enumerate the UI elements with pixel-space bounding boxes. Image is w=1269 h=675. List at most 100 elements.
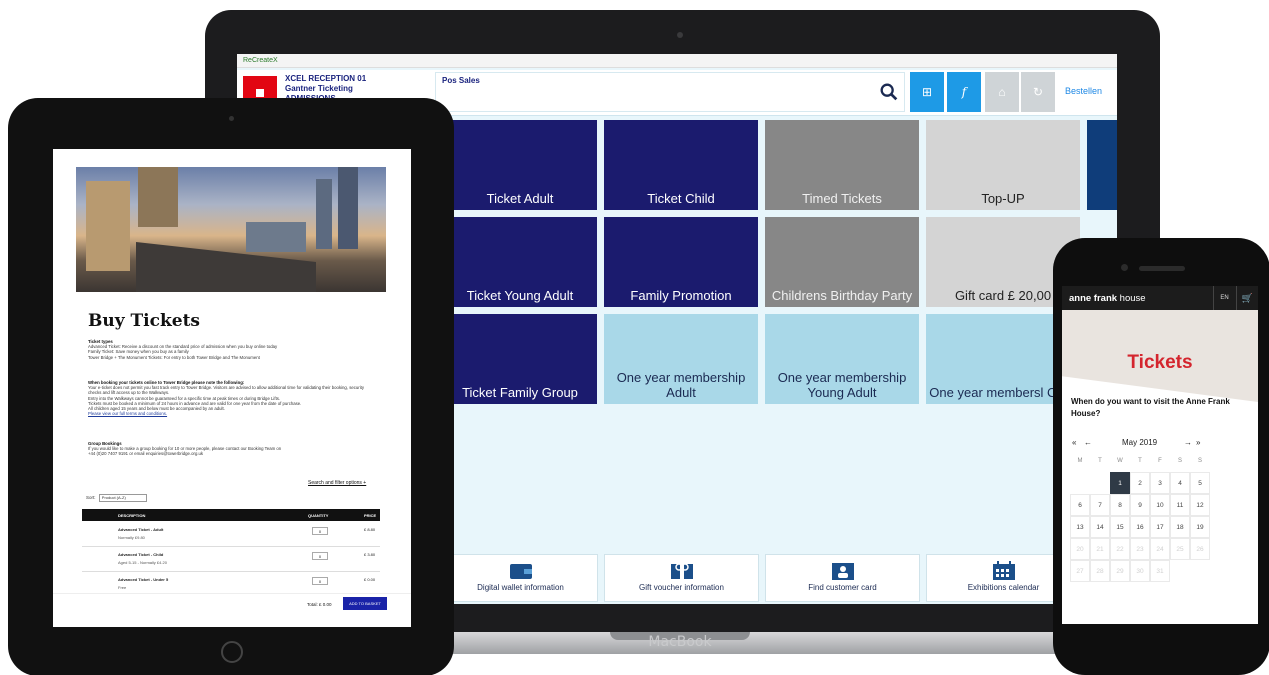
total-bar: Total: £ 0.00 ADD TO BASKET [53,593,411,613]
refresh-icon: ↻ [1032,85,1044,99]
calendar-day[interactable]: 22 [1110,538,1130,560]
booking-bullet: Your e-ticket does not permit you fast t… [88,385,365,396]
calendar-day[interactable]: 14 [1090,516,1110,538]
cart-icon: 🛒 [1241,293,1254,303]
tile-family-promotion[interactable]: Family Promotion [604,217,758,307]
quantity-stepper[interactable]: 0 [312,577,328,585]
weekday-label: W [1117,458,1123,464]
calendar-day[interactable]: 23 [1130,538,1150,560]
search-icon[interactable] [878,81,900,103]
tile-childrens-birthday-party[interactable]: Childrens Birthday Party [765,217,919,307]
calendar-day[interactable]: 12 [1190,494,1210,516]
calendar-day[interactable]: 10 [1150,494,1170,516]
tile-timed-tickets[interactable]: Timed Tickets [765,120,919,210]
weekday-label: F [1158,458,1162,464]
section-label: Pos Sales [442,76,480,85]
stop-icon [256,89,264,97]
calendar-day[interactable]: 21 [1090,538,1110,560]
group-bookings-section: Group Bookings If you would like to make… [88,441,378,457]
next-month-icon[interactable]: → [1184,438,1192,447]
calendar-day[interactable]: 11 [1170,494,1190,516]
sort-select[interactable]: Product (A-Z) [98,494,147,502]
ticket-type-line: Tower Bridge + The Monument Tickets: For… [88,354,260,360]
tile-label: Childrens Birthday Party [771,288,913,303]
calendar-day[interactable]: 9 [1130,494,1150,516]
gift-voucher-button[interactable]: Gift voucher information [604,554,759,602]
weekday-label: M [1077,458,1083,464]
calendar-day[interactable]: 3 [1150,472,1170,494]
add-to-basket-button[interactable]: ADD TO BASKET [343,597,387,610]
calendar-day[interactable]: 27 [1070,560,1090,582]
grid-view-button[interactable]: ⊞ [910,72,944,112]
table-row: Advanced Ticket - Adult Normally £9.80 0… [82,523,380,547]
station-system: Gantner Ticketing [285,84,353,93]
language-switcher[interactable]: EN [1213,286,1235,310]
camera-icon [677,32,683,38]
weekday-label: T [1098,458,1102,464]
quantity-stepper[interactable]: 0 [312,527,328,535]
cart-button[interactable]: 🛒 [1236,286,1258,310]
calendar-day[interactable]: 24 [1150,538,1170,560]
tile-ticket-adult[interactable]: Ticket Adult [443,120,597,210]
function-icon: f [961,85,967,99]
calendar-day[interactable]: 19 [1190,516,1210,538]
action-label: Exhibitions calendar [967,583,1040,592]
tile-label: Gift card £ 20,00 [954,288,1052,303]
home-button[interactable]: ⌂ [985,72,1019,112]
calendar-day[interactable]: 15 [1110,516,1130,538]
find-customer-card-button[interactable]: Find customer card [765,554,920,602]
function-button[interactable]: f [947,72,981,112]
tile-label: Ticket Young Adult [466,288,574,303]
calendar-day[interactable]: 8 [1110,494,1130,516]
calendar-day[interactable]: 28 [1090,560,1110,582]
window-titlebar: ReCreateX [237,54,1117,68]
calendar-day[interactable]: 13 [1070,516,1090,538]
calendar-day[interactable]: 30 [1130,560,1150,582]
tile-membership-young-adult[interactable]: One year membership Young Adult [765,314,919,404]
anne-frank-logo[interactable]: anne frank house [1069,293,1146,304]
refresh-button[interactable]: ↻ [1021,72,1055,112]
calendar-day[interactable]: 29 [1110,560,1130,582]
header-price: PRICE [364,513,377,518]
visit-question: When do you want to visit the Anne Frank… [1071,397,1230,418]
calendar-day[interactable]: 17 [1150,516,1170,538]
tower-bridge-photo [76,167,386,292]
calendar-day[interactable]: 5 [1190,472,1210,494]
calendar-day[interactable]: 1 [1110,472,1130,494]
home-button-icon[interactable] [221,641,243,663]
calendar-day[interactable]: 31 [1150,560,1170,582]
calendar-day[interactable]: 7 [1090,494,1110,516]
prev-month-icon[interactable]: ← [1084,438,1092,447]
order-link[interactable]: Bestellen [1065,86,1102,96]
calendar-day[interactable]: 4 [1170,472,1190,494]
calendar-day[interactable]: 16 [1130,516,1150,538]
next-year-icon[interactable]: » [1196,438,1200,447]
prev-year-icon[interactable]: « [1072,438,1076,447]
search-input[interactable] [435,72,905,112]
terms-link[interactable]: Please view our full terms and condition… [88,411,167,416]
action-label: Digital wallet information [477,583,564,592]
digital-wallet-button[interactable]: Digital wallet information [443,554,598,602]
calendar-day[interactable]: 2 [1130,472,1150,494]
phone-screen: anne frank house EN 🛒 Tickets When do yo… [1062,286,1258,624]
quantity-stepper[interactable]: 0 [312,552,328,560]
station-name: XCEL RECEPTION 01 [285,74,367,83]
search-filter-toggle[interactable]: Search and filter options + [308,480,366,486]
tile-ticket-family-group[interactable]: Ticket Family Group [443,314,597,404]
tile-ticket-young-adult[interactable]: Ticket Young Adult [443,217,597,307]
ticket-name: Advanced Ticket - Child [118,552,164,557]
calendar-day[interactable]: 26 [1190,538,1210,560]
ticket-subtext: Normally £9.80 [118,535,145,540]
calendar-day[interactable]: 25 [1170,538,1190,560]
sort-row: Sort: Product (A-Z) [86,494,147,502]
calendar-day[interactable]: 18 [1170,516,1190,538]
tile-top-up[interactable]: Top-UP [926,120,1080,210]
calendar-day[interactable]: 20 [1070,538,1090,560]
sort-label: Sort: [86,495,96,501]
tile-partial[interactable] [1087,120,1117,210]
ticket-name: Advanced Ticket - Under 5 [118,577,169,582]
group-line: +44 (0)20 7407 9191 or email enquiries@t… [88,451,204,457]
tile-ticket-child[interactable]: Ticket Child [604,120,758,210]
tile-membership-adult[interactable]: One year membership Adult [604,314,758,404]
calendar-day[interactable]: 6 [1070,494,1090,516]
